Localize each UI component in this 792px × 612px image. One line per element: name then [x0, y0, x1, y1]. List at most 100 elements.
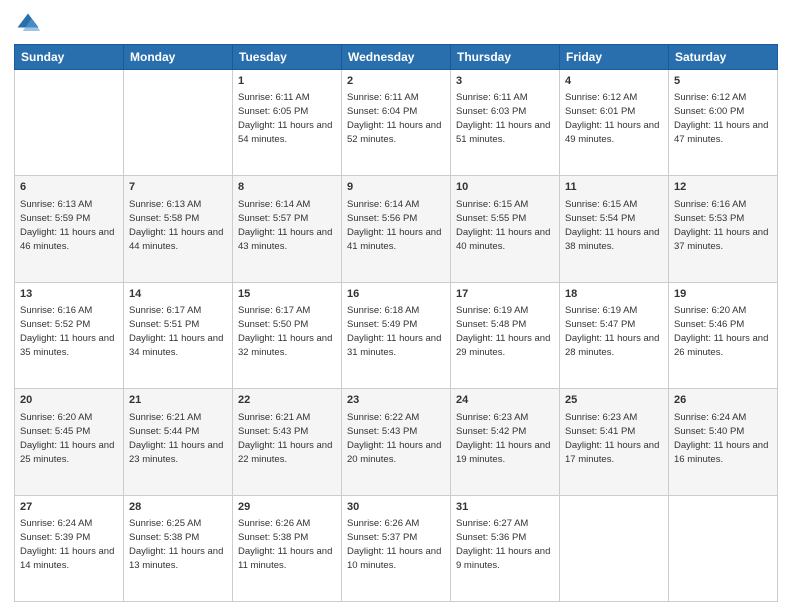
calendar-cell: 16 Sunrise: 6:18 AM Sunset: 5:49 PM Dayli… — [342, 282, 451, 388]
day-info: Sunrise: 6:11 AM Sunset: 6:03 PM Dayligh… — [456, 92, 550, 145]
calendar-cell: 23 Sunrise: 6:22 AM Sunset: 5:43 PM Dayli… — [342, 389, 451, 495]
day-info: Sunrise: 6:11 AM Sunset: 6:05 PM Dayligh… — [238, 92, 332, 145]
day-info: Sunrise: 6:14 AM Sunset: 5:57 PM Dayligh… — [238, 199, 332, 252]
col-header-wednesday: Wednesday — [342, 45, 451, 70]
calendar-cell: 15 Sunrise: 6:17 AM Sunset: 5:50 PM Dayli… — [233, 282, 342, 388]
day-number: 16 — [347, 287, 445, 302]
day-number: 24 — [456, 393, 554, 408]
day-info: Sunrise: 6:27 AM Sunset: 5:36 PM Dayligh… — [456, 518, 550, 571]
col-header-thursday: Thursday — [451, 45, 560, 70]
calendar-cell: 14 Sunrise: 6:17 AM Sunset: 5:51 PM Dayli… — [124, 282, 233, 388]
calendar-cell — [15, 70, 124, 176]
day-info: Sunrise: 6:15 AM Sunset: 5:54 PM Dayligh… — [565, 199, 659, 252]
day-number: 17 — [456, 287, 554, 302]
header — [14, 10, 778, 38]
day-info: Sunrise: 6:16 AM Sunset: 5:53 PM Dayligh… — [674, 199, 768, 252]
logo-icon — [14, 10, 42, 38]
calendar-cell — [560, 495, 669, 601]
day-number: 18 — [565, 287, 663, 302]
day-info: Sunrise: 6:22 AM Sunset: 5:43 PM Dayligh… — [347, 412, 441, 465]
calendar-cell: 6 Sunrise: 6:13 AM Sunset: 5:59 PM Daylig… — [15, 176, 124, 282]
calendar-table: SundayMondayTuesdayWednesdayThursdayFrid… — [14, 44, 778, 602]
col-header-saturday: Saturday — [669, 45, 778, 70]
day-info: Sunrise: 6:21 AM Sunset: 5:43 PM Dayligh… — [238, 412, 332, 465]
calendar-cell: 2 Sunrise: 6:11 AM Sunset: 6:04 PM Daylig… — [342, 70, 451, 176]
day-number: 14 — [129, 287, 227, 302]
day-info: Sunrise: 6:26 AM Sunset: 5:37 PM Dayligh… — [347, 518, 441, 571]
day-number: 31 — [456, 500, 554, 515]
day-number: 25 — [565, 393, 663, 408]
calendar-header-row: SundayMondayTuesdayWednesdayThursdayFrid… — [15, 45, 778, 70]
day-info: Sunrise: 6:20 AM Sunset: 5:45 PM Dayligh… — [20, 412, 114, 465]
day-info: Sunrise: 6:25 AM Sunset: 5:38 PM Dayligh… — [129, 518, 223, 571]
calendar-cell: 26Sunrise: 6:24 AM Sunset: 5:40 PM Dayli… — [669, 389, 778, 495]
day-number: 29 — [238, 500, 336, 515]
day-number: 19 — [674, 287, 772, 302]
day-info: Sunrise: 6:17 AM Sunset: 5:51 PM Dayligh… — [129, 305, 223, 358]
calendar-cell: 25 Sunrise: 6:23 AM Sunset: 5:41 PM Dayli… — [560, 389, 669, 495]
day-info: Sunrise: 6:23 AM Sunset: 5:41 PM Dayligh… — [565, 412, 659, 465]
day-number: 4 — [565, 74, 663, 89]
calendar-week-1: 1 Sunrise: 6:11 AM Sunset: 6:05 PM Daylig… — [15, 70, 778, 176]
day-info: Sunrise: 6:15 AM Sunset: 5:55 PM Dayligh… — [456, 199, 550, 252]
day-info: Sunrise: 6:26 AM Sunset: 5:38 PM Dayligh… — [238, 518, 332, 571]
day-info: Sunrise: 6:20 AM Sunset: 5:46 PM Dayligh… — [674, 305, 768, 358]
day-info: Sunrise: 6:23 AM Sunset: 5:42 PM Dayligh… — [456, 412, 550, 465]
day-number: 10 — [456, 180, 554, 195]
day-number: 2 — [347, 74, 445, 89]
calendar-cell: 4Sunrise: 6:12 AM Sunset: 6:01 PM Daylig… — [560, 70, 669, 176]
day-number: 21 — [129, 393, 227, 408]
day-number: 9 — [347, 180, 445, 195]
calendar-cell: 8 Sunrise: 6:14 AM Sunset: 5:57 PM Daylig… — [233, 176, 342, 282]
col-header-sunday: Sunday — [15, 45, 124, 70]
calendar-cell: 1 Sunrise: 6:11 AM Sunset: 6:05 PM Daylig… — [233, 70, 342, 176]
day-number: 7 — [129, 180, 227, 195]
calendar-cell: 3Sunrise: 6:11 AM Sunset: 6:03 PM Daylig… — [451, 70, 560, 176]
day-info: Sunrise: 6:13 AM Sunset: 5:59 PM Dayligh… — [20, 199, 114, 252]
day-number: 20 — [20, 393, 118, 408]
calendar-cell: 28 Sunrise: 6:25 AM Sunset: 5:38 PM Dayli… — [124, 495, 233, 601]
col-header-monday: Monday — [124, 45, 233, 70]
day-number: 15 — [238, 287, 336, 302]
day-info: Sunrise: 6:16 AM Sunset: 5:52 PM Dayligh… — [20, 305, 114, 358]
col-header-friday: Friday — [560, 45, 669, 70]
calendar-cell: 9 Sunrise: 6:14 AM Sunset: 5:56 PM Daylig… — [342, 176, 451, 282]
day-number: 30 — [347, 500, 445, 515]
day-info: Sunrise: 6:19 AM Sunset: 5:48 PM Dayligh… — [456, 305, 550, 358]
day-info: Sunrise: 6:21 AM Sunset: 5:44 PM Dayligh… — [129, 412, 223, 465]
calendar-cell: 31 Sunrise: 6:27 AM Sunset: 5:36 PM Dayli… — [451, 495, 560, 601]
day-number: 27 — [20, 500, 118, 515]
day-info: Sunrise: 6:13 AM Sunset: 5:58 PM Dayligh… — [129, 199, 223, 252]
calendar-cell: 24 Sunrise: 6:23 AM Sunset: 5:42 PM Dayli… — [451, 389, 560, 495]
calendar-cell: 10 Sunrise: 6:15 AM Sunset: 5:55 PM Dayli… — [451, 176, 560, 282]
day-number: 28 — [129, 500, 227, 515]
calendar-cell: 30 Sunrise: 6:26 AM Sunset: 5:37 PM Dayli… — [342, 495, 451, 601]
calendar-cell: 18 Sunrise: 6:19 AM Sunset: 5:47 PM Dayli… — [560, 282, 669, 388]
day-info: Sunrise: 6:17 AM Sunset: 5:50 PM Dayligh… — [238, 305, 332, 358]
day-info: Sunrise: 6:14 AM Sunset: 5:56 PM Dayligh… — [347, 199, 441, 252]
calendar-cell: 13Sunrise: 6:16 AM Sunset: 5:52 PM Dayli… — [15, 282, 124, 388]
calendar-week-3: 13Sunrise: 6:16 AM Sunset: 5:52 PM Dayli… — [15, 282, 778, 388]
calendar-cell: 19 Sunrise: 6:20 AM Sunset: 5:46 PM Dayli… — [669, 282, 778, 388]
calendar-cell: 17 Sunrise: 6:19 AM Sunset: 5:48 PM Dayli… — [451, 282, 560, 388]
day-number: 6 — [20, 180, 118, 195]
day-info: Sunrise: 6:18 AM Sunset: 5:49 PM Dayligh… — [347, 305, 441, 358]
calendar-week-4: 20 Sunrise: 6:20 AM Sunset: 5:45 PM Dayli… — [15, 389, 778, 495]
day-info: Sunrise: 6:11 AM Sunset: 6:04 PM Dayligh… — [347, 92, 441, 145]
calendar-cell: 21 Sunrise: 6:21 AM Sunset: 5:44 PM Dayli… — [124, 389, 233, 495]
calendar-cell: 29 Sunrise: 6:26 AM Sunset: 5:38 PM Dayli… — [233, 495, 342, 601]
day-info: Sunrise: 6:19 AM Sunset: 5:47 PM Dayligh… — [565, 305, 659, 358]
day-info: Sunrise: 6:12 AM Sunset: 6:00 PM Dayligh… — [674, 92, 768, 145]
calendar-cell — [669, 495, 778, 601]
calendar-cell — [124, 70, 233, 176]
day-number: 11 — [565, 180, 663, 195]
calendar-week-5: 27Sunrise: 6:24 AM Sunset: 5:39 PM Dayli… — [15, 495, 778, 601]
day-number: 23 — [347, 393, 445, 408]
day-number: 1 — [238, 74, 336, 89]
calendar-cell: 27Sunrise: 6:24 AM Sunset: 5:39 PM Dayli… — [15, 495, 124, 601]
day-number: 12 — [674, 180, 772, 195]
logo — [14, 10, 46, 38]
calendar-cell: 20 Sunrise: 6:20 AM Sunset: 5:45 PM Dayli… — [15, 389, 124, 495]
day-number: 8 — [238, 180, 336, 195]
day-number: 26 — [674, 393, 772, 408]
